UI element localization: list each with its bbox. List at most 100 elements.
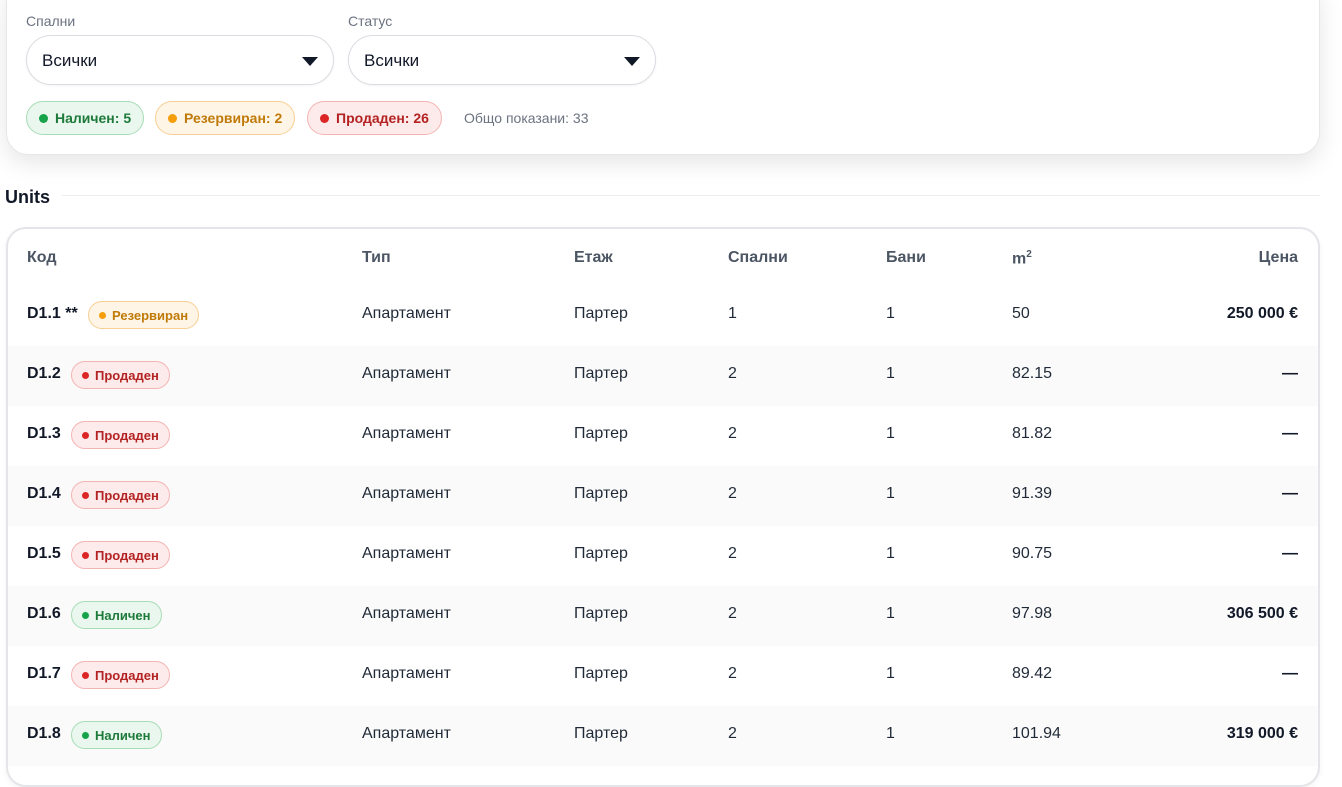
unit-code: D1.7 — [27, 665, 61, 682]
unit-floor: Партер — [574, 305, 628, 322]
unit-price: 319 000 € — [1226, 725, 1298, 742]
status-dot-icon — [320, 113, 329, 123]
status-badge: Продаден — [71, 661, 170, 689]
unit-baths: 1 — [886, 365, 895, 382]
table-row[interactable]: D1.8 Наличен Апартамент Партер 2 1 101.94 319 0… — [8, 706, 1318, 766]
status-badge-label: Наличен — [95, 727, 151, 743]
sold-count-pill[interactable]: Продаден: 26 — [307, 101, 442, 135]
unit-type: Апартамент — [362, 485, 451, 502]
unit-code: D1.2 — [27, 365, 61, 382]
unit-price: — — [1282, 425, 1298, 442]
unit-floor: Партер — [574, 725, 628, 742]
table-row[interactable]: D1.1 ** Резервиран Апартамент Партер 1 1 50 250… — [8, 286, 1318, 346]
status-badge-label: Продаден — [95, 427, 159, 443]
sold-count-label: Продаден: 26 — [336, 110, 429, 126]
status-badge: Продаден — [71, 361, 170, 389]
unit-baths: 1 — [886, 305, 895, 322]
unit-code: D1.8 — [27, 725, 61, 742]
column-header-price[interactable]: Цена — [1259, 249, 1298, 267]
unit-area: 90.75 — [1012, 545, 1053, 562]
column-header-bedrooms[interactable]: Спални — [728, 249, 788, 267]
unit-code: D1.1 ** — [27, 305, 78, 322]
table-row[interactable]: D1.6 Наличен Апартамент Партер 2 1 97.98 306 50… — [8, 586, 1318, 646]
status-filter-label: Статус — [348, 13, 393, 29]
unit-baths: 1 — [886, 485, 895, 502]
column-header-area[interactable]: m2 — [1012, 249, 1032, 268]
unit-floor: Партер — [574, 605, 628, 622]
area-unit: m — [1012, 250, 1027, 268]
unit-code: D1.3 — [27, 425, 61, 442]
units-table: Код Тип Етаж Спални Бани m2 Цена D1.1 **… — [6, 227, 1320, 787]
unit-bedrooms: 2 — [728, 485, 737, 502]
status-dot-icon — [82, 371, 89, 379]
status-dot-icon — [82, 491, 89, 499]
status-badge-label: Продаден — [95, 667, 159, 683]
bedrooms-select-value: Всички — [42, 51, 98, 70]
status-badge-label: Продаден — [95, 487, 159, 503]
unit-type: Апартамент — [362, 545, 451, 562]
unit-price: — — [1282, 665, 1298, 682]
unit-baths: 1 — [886, 605, 895, 622]
unit-price: 250 000 € — [1226, 305, 1298, 322]
table-row[interactable]: D1.2 Продаден Апартамент Партер 2 1 82.15 — — [8, 346, 1318, 406]
status-badge: Продаден — [71, 421, 170, 449]
column-header-type[interactable]: Тип — [362, 249, 391, 267]
filters-panel: Спални Всички Статус Всички Наличен: 5 Р… — [6, 0, 1320, 155]
unit-type: Апартамент — [362, 305, 451, 322]
column-header-code[interactable]: Код — [27, 249, 56, 267]
unit-code: D1.6 — [27, 605, 61, 622]
available-count-label: Наличен: 5 — [55, 110, 132, 126]
unit-type: Апартамент — [362, 365, 451, 382]
section-title: Units — [5, 187, 50, 207]
unit-baths: 1 — [886, 665, 895, 682]
table-row[interactable]: D1.4 Продаден Апартамент Партер 2 1 91.39 — — [8, 466, 1318, 526]
status-badge-label: Наличен — [95, 607, 151, 623]
unit-baths: 1 — [886, 425, 895, 442]
area-unit-exponent: 2 — [1026, 249, 1032, 260]
status-dot-icon — [99, 311, 106, 319]
unit-code: D1.4 — [27, 485, 61, 502]
status-dot-icon — [82, 731, 89, 739]
reserved-count-pill[interactable]: Резервиран: 2 — [155, 101, 296, 135]
unit-bedrooms: 1 — [728, 305, 737, 322]
unit-type: Апартамент — [362, 725, 451, 742]
unit-area: 91.39 — [1012, 485, 1053, 502]
available-count-pill[interactable]: Наличен: 5 — [26, 101, 145, 135]
total-shown-text: Общо показани: 33 — [464, 110, 589, 126]
table-row[interactable]: D1.5 Продаден Апартамент Партер 2 1 90.75 — — [8, 526, 1318, 586]
column-header-baths[interactable]: Бани — [886, 249, 926, 267]
bedrooms-select[interactable]: Всички — [26, 35, 334, 85]
unit-bedrooms: 2 — [728, 725, 737, 742]
status-dot-icon — [82, 551, 89, 559]
unit-price: 306 500 € — [1226, 605, 1298, 622]
status-select[interactable]: Всички — [348, 35, 656, 85]
table-row[interactable]: D1.7 Продаден Апартамент Партер 2 1 89.42 — — [8, 646, 1318, 706]
table-row[interactable]: D1.3 Продаден Апартамент Партер 2 1 81.82 — — [8, 406, 1318, 466]
unit-area: 97.98 — [1012, 605, 1053, 622]
status-badge: Наличен — [71, 601, 162, 629]
unit-bedrooms: 2 — [728, 545, 737, 562]
unit-bedrooms: 2 — [728, 425, 737, 442]
status-dot-icon — [82, 671, 89, 679]
chevron-down-icon — [302, 57, 318, 66]
unit-floor: Партер — [574, 425, 628, 442]
chevron-down-icon — [624, 57, 640, 66]
unit-type: Апартамент — [362, 665, 451, 682]
unit-bedrooms: 2 — [728, 665, 737, 682]
status-badge: Наличен — [71, 721, 162, 749]
unit-area: 101.94 — [1012, 725, 1061, 742]
unit-price: — — [1282, 545, 1298, 562]
unit-floor: Партер — [574, 665, 628, 682]
status-dot-icon — [82, 611, 89, 619]
bedrooms-filter-label: Спални — [26, 13, 76, 29]
status-badge: Резервиран — [88, 301, 200, 329]
status-badge-label: Продаден — [95, 367, 159, 383]
reserved-count-label: Резервиран: 2 — [184, 110, 283, 126]
unit-area: 89.42 — [1012, 665, 1053, 682]
column-header-floor[interactable]: Етаж — [574, 249, 613, 267]
status-dot-icon — [39, 113, 48, 123]
status-select-value: Всички — [364, 51, 420, 70]
unit-type: Апартамент — [362, 425, 451, 442]
unit-bedrooms: 2 — [728, 365, 737, 382]
unit-price: — — [1282, 365, 1298, 382]
